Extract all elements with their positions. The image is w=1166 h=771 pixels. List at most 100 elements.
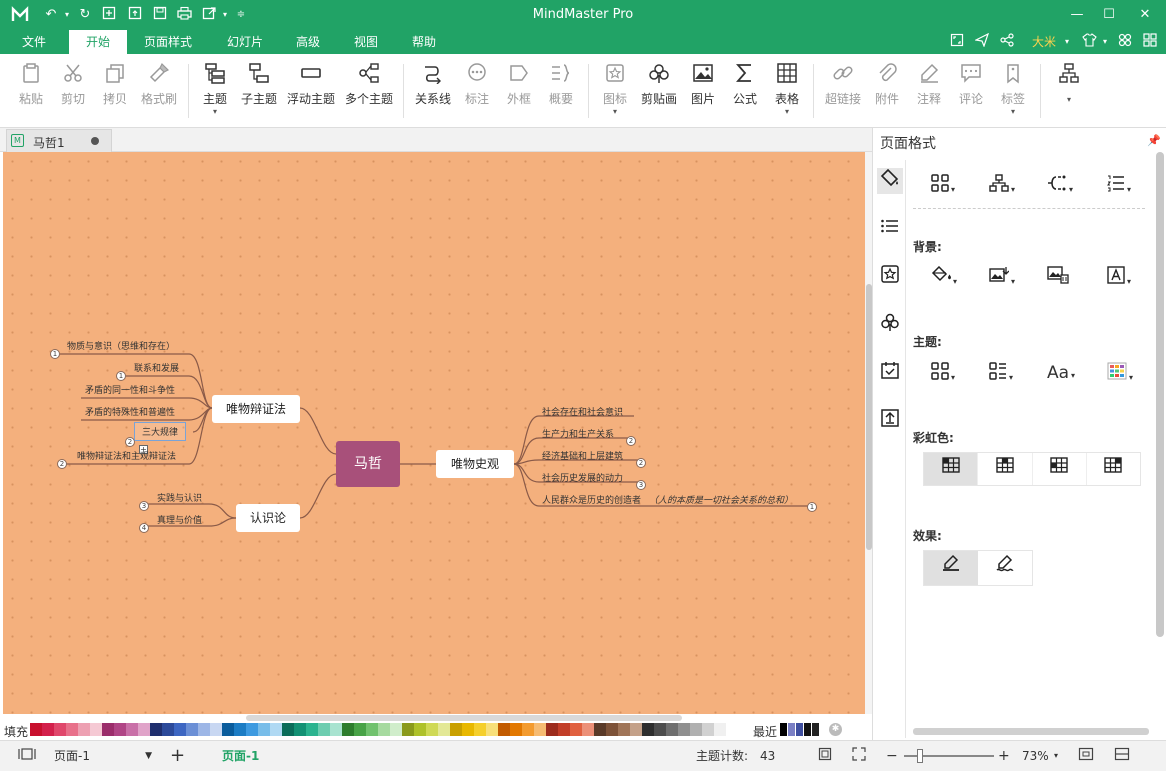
list-icon[interactable] [877,216,903,242]
color-swatch[interactable] [498,723,510,736]
open-icon[interactable] [126,6,144,24]
color-swatch[interactable] [414,723,426,736]
new-icon[interactable] [100,6,118,24]
tag-button[interactable]: 标签 ▾ [996,62,1030,120]
topic-count-badge[interactable]: 2 [636,458,646,468]
recent-color-swatch[interactable] [788,723,795,736]
topic-count-badge[interactable]: 1 [50,349,60,359]
zoom-slider-thumb[interactable] [917,749,923,763]
save-icon[interactable] [151,6,169,24]
undo-dropdown-icon[interactable]: ▾ [58,6,76,24]
comment-button[interactable]: 评论 [954,62,988,120]
share-icon[interactable] [998,33,1016,51]
recent-color-swatch[interactable] [804,723,811,736]
tab-view[interactable]: 视图 [343,30,389,54]
subtopic[interactable]: 经济基础和上层建筑 [542,449,623,462]
page-format-icon[interactable] [877,168,903,194]
task-icon[interactable] [877,360,903,386]
subtopic-selected[interactable]: 三大规律 [134,422,187,441]
color-swatch[interactable] [510,723,522,736]
apps-icon[interactable] [1141,33,1159,51]
page-list-icon[interactable] [18,747,36,766]
color-swatch[interactable] [594,723,606,736]
mark-icon[interactable] [877,264,903,290]
cut-button[interactable]: 剪切 [56,62,90,120]
topic-count-badge[interactable]: 3 [139,501,149,511]
color-swatch[interactable] [390,723,402,736]
color-swatch[interactable] [474,723,486,736]
color-swatch[interactable] [54,723,66,736]
theme-button[interactable]: ▾ [931,362,967,384]
fullscreen-icon[interactable] [852,747,866,766]
color-swatch[interactable] [150,723,162,736]
copy-button[interactable]: 拷贝 [98,62,132,120]
rainbow-option-none[interactable] [924,453,979,485]
color-swatch[interactable] [678,723,690,736]
color-swatch[interactable] [90,723,102,736]
tab-page-style[interactable]: 页面样式 [136,30,200,54]
summary-button[interactable]: 概要 [544,62,578,120]
color-swatch[interactable] [666,723,678,736]
color-swatch[interactable] [522,723,534,736]
color-swatch[interactable] [654,723,666,736]
color-swatch[interactable] [282,723,294,736]
topic-count-badge[interactable]: 2 [125,437,135,447]
recent-color-swatch[interactable] [812,723,819,736]
color-swatch[interactable] [534,723,546,736]
fill-color-button[interactable]: ▾ [931,265,967,288]
zoom-level[interactable]: 73% [1022,747,1049,765]
subtopic[interactable]: 唯物辩证法和主观辩证法 [77,449,176,462]
subtopic[interactable]: 社会历史发展的动力 [542,471,623,484]
print-icon[interactable] [175,6,193,24]
document-tab[interactable]: M 马哲1 [6,129,112,152]
shirt-dropdown-icon[interactable]: ▾ [1096,33,1114,51]
zoom-dropdown-icon[interactable]: ▾ [1054,747,1058,765]
color-swatch[interactable] [690,723,702,736]
subtopic[interactable]: 联系和发展 [134,361,179,374]
boundary-button[interactable]: 外框 [502,62,536,120]
color-swatch[interactable] [258,723,270,736]
structure-button[interactable]: ▾ [989,174,1025,196]
page-select[interactable]: 页面-1 ▼ [50,746,154,766]
tab-help[interactable]: 帮助 [401,30,447,54]
color-swatch[interactable] [294,723,306,736]
rainbow-option-2[interactable] [978,453,1033,485]
color-swatch[interactable] [330,723,342,736]
color-swatch[interactable] [78,723,90,736]
color-swatch[interactable] [162,723,174,736]
color-swatch[interactable] [126,723,138,736]
remove-background-button[interactable] [1047,266,1083,288]
color-swatch[interactable] [270,723,282,736]
color-swatch[interactable] [378,723,390,736]
fullscreen-icon[interactable] [948,33,966,51]
subtopic[interactable]: 人民群众是历史的创造者 [542,493,641,506]
color-swatch[interactable] [138,723,150,736]
multiple-topics-button[interactable]: 多个主题 [344,62,394,120]
maximize-icon[interactable]: ☐ [1094,4,1124,26]
color-picker-icon[interactable]: ✱ [829,723,842,736]
tab-slides[interactable]: 幻灯片 [216,30,274,54]
color-swatch[interactable] [618,723,630,736]
subtopic[interactable]: 真理与价值 [157,513,202,526]
color-swatch[interactable] [306,723,318,736]
theme-color-button[interactable]: ▾ [1107,362,1143,384]
callout-button[interactable]: 标注 [460,62,494,120]
recent-color-swatch[interactable] [796,723,803,736]
color-swatch[interactable] [570,723,582,736]
topic-count-badge[interactable]: 1 [116,371,126,381]
color-swatch[interactable] [30,723,42,736]
color-swatch[interactable] [606,723,618,736]
subtopic[interactable]: 生产力和生产关系 [542,427,614,440]
customize-icon[interactable]: ≑ [232,6,250,24]
paste-button[interactable]: 粘贴 [14,62,48,120]
color-swatch[interactable] [186,723,198,736]
panel-horizontal-scrollbar[interactable] [913,728,1149,735]
color-swatch[interactable] [714,723,726,736]
fit-page-icon[interactable] [818,747,832,766]
topic-epistemology[interactable]: 认识论 [236,504,300,532]
color-swatch[interactable] [558,723,570,736]
panel-scrollbar[interactable] [1156,152,1164,637]
color-swatch[interactable] [546,723,558,736]
user-dropdown-icon[interactable]: ▾ [1058,33,1076,51]
minimize-icon[interactable]: — [1062,4,1092,26]
